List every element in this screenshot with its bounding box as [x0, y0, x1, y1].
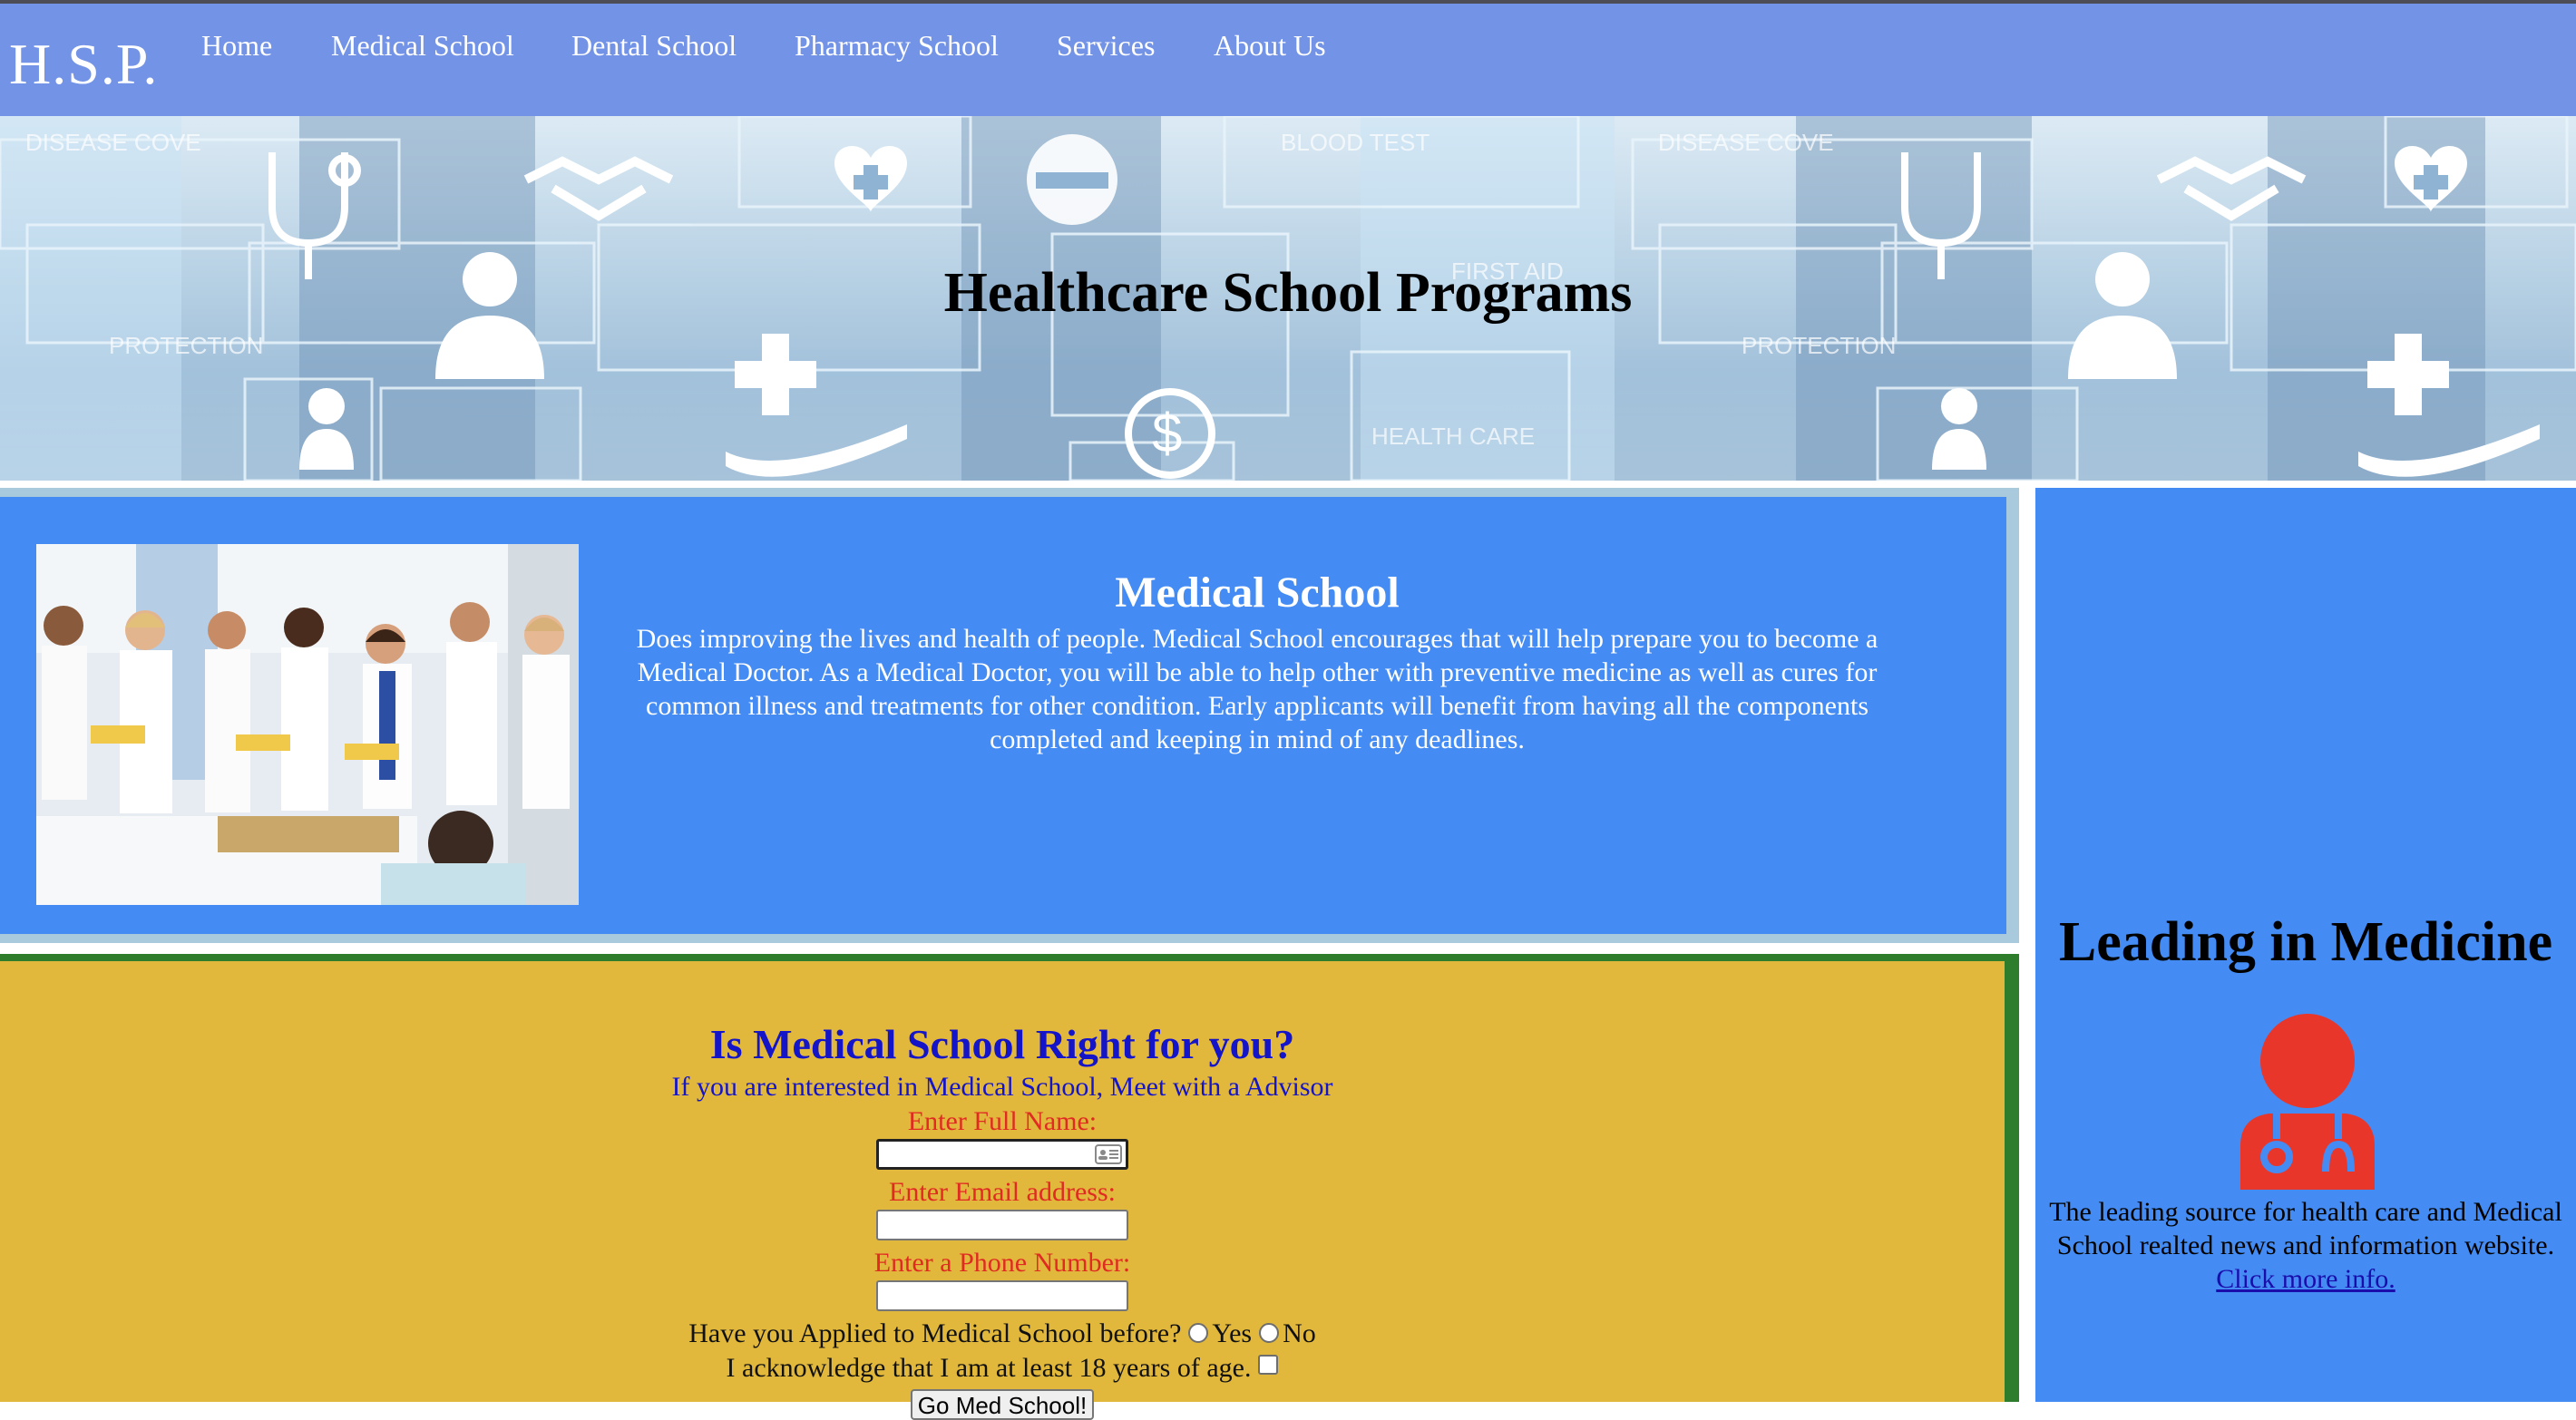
aside-text: The leading source for health care and M… [2049, 1197, 2562, 1260]
age-acknowledge-row: I acknowledge that I am at least 18 year… [0, 1351, 2005, 1386]
age-acknowledge-checkbox[interactable] [1258, 1355, 1279, 1375]
leading-in-medicine-aside: Leading in Medicine The leading source f… [2035, 488, 2576, 1402]
medical-school-description: Does improving the lives and health of p… [636, 624, 1878, 754]
banner-word: BLOOD TEST [1281, 129, 1429, 156]
applied-question-row: Have you Applied to Medical School befor… [0, 1317, 2005, 1351]
applied-question-label: Have you Applied to Medical School befor… [688, 1318, 1182, 1348]
more-info-link[interactable]: Click more info. [2035, 1262, 2576, 1296]
submit-button[interactable]: Go Med School! [910, 1389, 1095, 1420]
applied-no-radio[interactable] [1259, 1323, 1280, 1343]
banner-word: DISEASE COVE [1658, 129, 1834, 156]
email-label: Enter Email address: [889, 1177, 1116, 1207]
full-name-label: Enter Full Name: [907, 1106, 1098, 1136]
aside-heading: Leading in Medicine [2058, 911, 2553, 973]
banner-title: Healthcare School Programs [943, 262, 1633, 324]
svg-text:$: $ [1152, 403, 1182, 463]
phone-input[interactable] [876, 1280, 1128, 1311]
banner-word: PROTECTION [1742, 332, 1896, 359]
banner-word: DISEASE COVE [25, 129, 201, 156]
form-heading: Is Medical School Right for you? [709, 1021, 1295, 1067]
banner-word: PROTECTION [109, 332, 263, 359]
navbar: H.S.P. Home Medical School Dental School… [0, 4, 2576, 116]
contact-card-icon[interactable] [1095, 1144, 1122, 1164]
medical-school-panel: Medical School Does improving the lives … [0, 497, 2006, 934]
medical-school-section: Medical School Does improving the lives … [0, 488, 2019, 943]
medical-school-heading: Medical School [1115, 569, 1400, 617]
email-input[interactable] [876, 1210, 1128, 1240]
nav-link-about-us[interactable]: About Us [1214, 29, 1326, 63]
advisor-form: Is Medical School Right for you? If you … [0, 1019, 2005, 1420]
nav-link-services[interactable]: Services [1057, 29, 1155, 63]
advisor-form-panel: Is Medical School Right for you? If you … [0, 961, 2005, 1420]
aside-description: The leading source for health care and M… [2035, 1195, 2576, 1296]
doctor-icon [2240, 1014, 2375, 1190]
nav-link-dental-school[interactable]: Dental School [571, 29, 737, 63]
brand-logo[interactable]: H.S.P. [9, 31, 158, 98]
advisor-form-section: Is Medical School Right for you? If you … [0, 954, 2019, 1420]
nav-link-pharmacy-school[interactable]: Pharmacy School [795, 29, 999, 63]
applied-yes-radio[interactable] [1188, 1323, 1209, 1343]
banner-word: HEALTH CARE [1371, 423, 1535, 450]
applied-yes-label: Yes [1212, 1318, 1253, 1348]
form-subheading: If you are interested in Medical School,… [671, 1072, 1333, 1102]
age-acknowledge-label: I acknowledge that I am at least 18 year… [726, 1353, 1252, 1383]
hero-banner: DISEASE COVE BLOOD TEST PROTECTION FIRST… [0, 116, 2576, 481]
doctors-group-photo [36, 544, 579, 905]
applied-no-label: No [1283, 1318, 1316, 1348]
nav-link-medical-school[interactable]: Medical School [331, 29, 514, 63]
phone-label: Enter a Phone Number: [873, 1248, 1131, 1278]
nav-link-home[interactable]: Home [201, 29, 272, 63]
full-name-input[interactable] [876, 1139, 1128, 1170]
